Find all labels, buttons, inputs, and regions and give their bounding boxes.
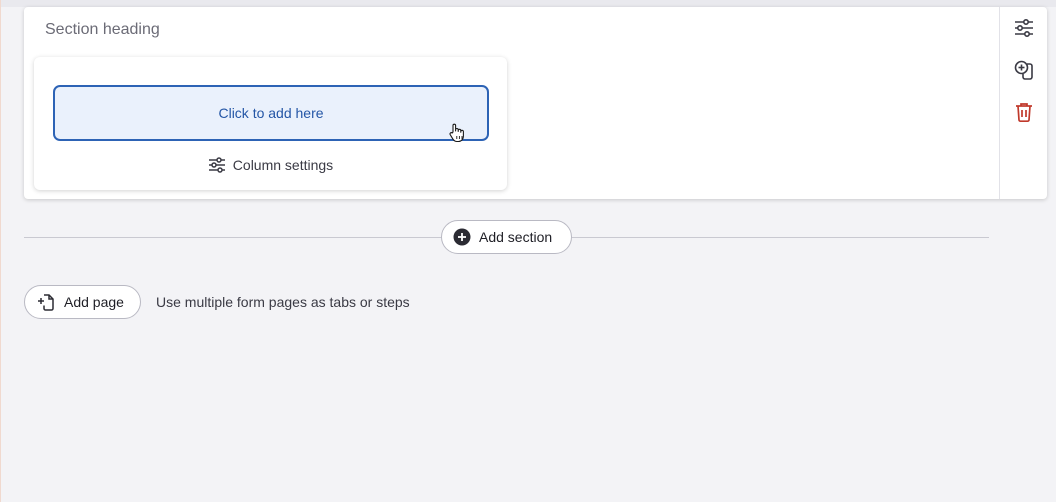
add-page-label: Add page <box>64 294 124 310</box>
form-section[interactable]: Section heading Click to add here Column… <box>24 7 1047 199</box>
form-column[interactable]: Click to add here Column settings <box>34 57 507 190</box>
add-section-label: Add section <box>479 229 553 245</box>
sliders-icon <box>1015 18 1033 38</box>
plus-circle-icon <box>453 228 471 246</box>
add-page-hint: Use multiple form pages as tabs or steps <box>156 294 410 310</box>
trash-icon <box>1016 103 1032 123</box>
click-to-add-dropzone[interactable]: Click to add here <box>53 85 489 143</box>
clone-icon <box>1014 60 1033 80</box>
delete-section-button[interactable] <box>1012 100 1036 124</box>
top-edge <box>1 0 1056 7</box>
add-here-label: Click to add here <box>218 105 324 121</box>
hand-pointer-icon <box>449 123 464 143</box>
section-toolbar <box>999 7 1047 199</box>
sliders-icon <box>208 157 225 173</box>
section-settings-button[interactable] <box>1012 16 1036 40</box>
add-page-icon <box>38 294 54 311</box>
column-settings-label: Column settings <box>232 157 334 173</box>
duplicate-section-button[interactable] <box>1012 58 1036 82</box>
section-heading[interactable]: Section heading <box>45 21 160 39</box>
add-page-button[interactable]: Add page <box>24 285 141 319</box>
add-section-button[interactable]: Add section <box>441 220 572 254</box>
column-settings-button[interactable]: Column settings <box>34 156 507 174</box>
form-builder-canvas: Section heading Click to add here Column… <box>0 0 1056 502</box>
